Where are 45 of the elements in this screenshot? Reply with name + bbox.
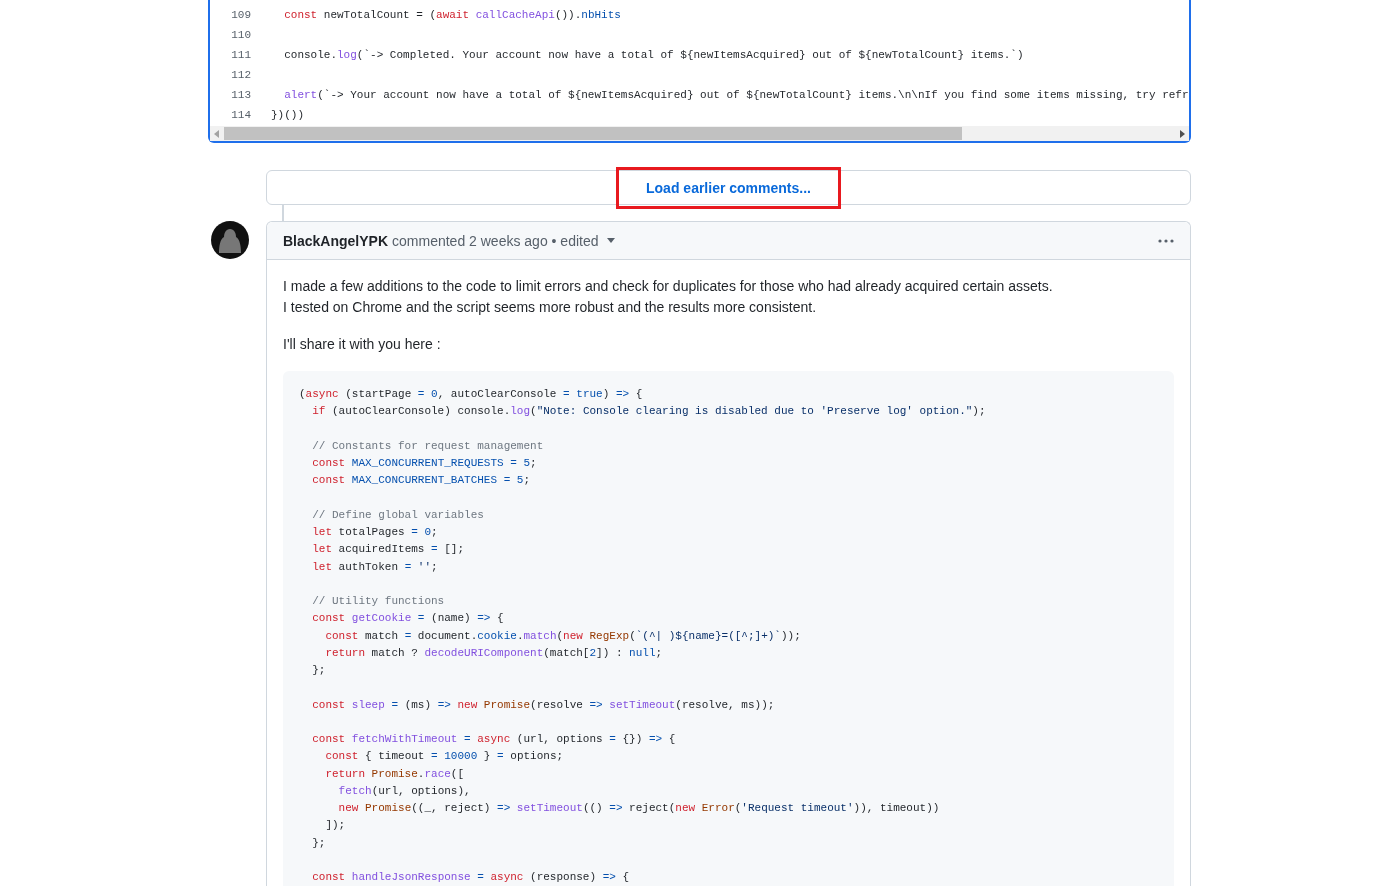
avatar[interactable] xyxy=(211,221,249,259)
author-name[interactable]: BlackAngelYPK xyxy=(283,232,389,249)
caret-icon[interactable] xyxy=(606,238,615,243)
code-line: alert(`-> Your account now have a total of ${newItemsAcquired} out of ${newTotalCount} items.\n\nIf you find some items missing, try refr xyxy=(283,87,1189,103)
code-line: let acquiredItems = []; xyxy=(311,542,465,558)
code-line: return Promise.race([ xyxy=(324,766,465,782)
code-line: let totalPages = 0; xyxy=(311,525,438,540)
code-line: new Promise((_, reject) => setTimeout(() => reject(new Error('Request timeout')), timeout)) xyxy=(337,801,940,816)
code-line: console.log(`-> Completed. Your account now have a total of ${newItemsAcquired} out of ${newTotalCount} items.`) xyxy=(283,47,1024,63)
code-line: return match ? decodeURIComponent(match[2]) : null; xyxy=(324,645,663,661)
right-arrow-icon[interactable] xyxy=(1179,129,1185,138)
code-line: }; xyxy=(311,835,326,851)
code-line: let authToken = ''; xyxy=(311,559,438,575)
code-line: const getCookie = (name) => { xyxy=(311,611,504,627)
code-line: const newTotalCount = (await callCacheApi()).nbHits xyxy=(283,7,621,23)
more-options-icon[interactable] xyxy=(1158,238,1174,243)
code-line: ]); xyxy=(324,818,346,834)
load-earlier-comments-link[interactable]: Load earlier comments... xyxy=(616,166,841,209)
horizontal-scrollbar[interactable] xyxy=(210,126,1189,141)
code-line: const fetchWithTimeout = async (url, options = {}) => { xyxy=(311,732,676,747)
code-line: const match = document.cookie.match(new RegExp(`(^| )${name}=([^;]+)`)); xyxy=(324,628,801,644)
code-line: // Constants for request management xyxy=(311,438,544,454)
comment-text: I tested on Chrome and the script seems more robust and the results more consistent. xyxy=(283,298,818,317)
code-line: const MAX_CONCURRENT_REQUESTS = 5; xyxy=(311,456,537,471)
code-line: (async (startPage = 0, autoClearConsole = true) => { xyxy=(299,387,643,402)
comment-meta: commented 2 weeks ago • edited xyxy=(392,232,599,249)
scrollbar-thumb[interactable] xyxy=(224,127,962,140)
comment-text: I made a few additions to the code to limit errors and check for duplicates for those who had already acquired certain assets. xyxy=(283,277,1054,296)
comment-text: I'll share it with you here : xyxy=(283,335,442,354)
line-number: 109 xyxy=(230,9,252,21)
line-number: 112 xyxy=(230,69,252,81)
code-line: const { timeout = 10000 } = options; xyxy=(324,749,564,765)
line-number: 113 xyxy=(230,89,252,101)
code-line: if (autoClearConsole) console.log("Note: Console clearing is disabled due to 'Preserve log' option."); xyxy=(311,404,986,420)
code-line: const MAX_CONCURRENT_BATCHES = 5; xyxy=(311,473,531,489)
line-number: 110 xyxy=(230,29,252,41)
code-line: // Define global variables xyxy=(311,507,484,523)
code-line: })()) xyxy=(271,107,304,123)
code-line: }; xyxy=(311,663,326,678)
code-line: const handleJsonResponse = async (response) => { xyxy=(311,870,630,885)
code-line: const sleep = (ms) => new Promise(resolve => setTimeout(resolve, ms)); xyxy=(311,697,775,713)
code-line: // Utility functions xyxy=(311,594,445,609)
line-number: 114 xyxy=(230,109,252,121)
code-line: fetch(url, options), xyxy=(337,783,471,799)
line-number: 111 xyxy=(230,49,252,61)
